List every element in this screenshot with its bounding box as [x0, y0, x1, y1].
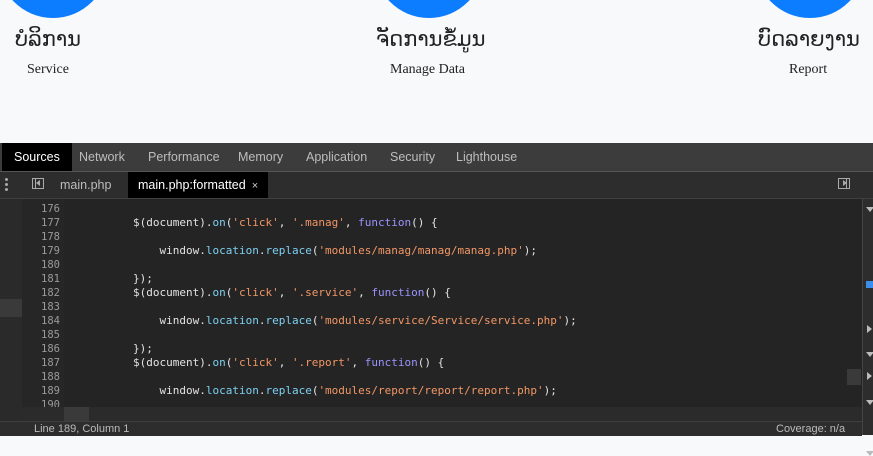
chevron-down-icon[interactable] [866, 352, 873, 357]
service-subtitle: Service [27, 62, 69, 77]
toggle-debugger-icon[interactable] [838, 178, 850, 189]
line-number[interactable]: 182 [22, 287, 60, 299]
horizontal-scroll-thumb[interactable] [64, 407, 89, 421]
line-number[interactable]: 180 [22, 259, 60, 271]
file-tab-label: main.php:formatted [138, 178, 246, 192]
expand-icon[interactable] [866, 207, 873, 212]
manage-data-circle-icon [374, 0, 484, 18]
service-title: ບໍລິການ [15, 27, 81, 51]
chevron-right-icon[interactable] [867, 372, 872, 380]
breakpoint-marker-icon [866, 281, 873, 288]
file-tabbar: main.php main.php:formatted × [0, 172, 873, 199]
line-number[interactable]: 185 [22, 329, 60, 341]
report-subtitle: Report [789, 62, 828, 77]
line-number[interactable]: 177 [22, 217, 60, 229]
line-number[interactable]: 190 [22, 399, 60, 407]
chevron-right-icon[interactable] [867, 325, 872, 333]
tab-sources[interactable]: Sources [2, 143, 72, 171]
close-icon[interactable]: × [252, 180, 258, 192]
code-line: $(document).on('click', '.manag', functi… [80, 216, 438, 229]
manage-data-title: ຈັດການຂໍ້ມູນ [376, 27, 486, 51]
vertical-scrollbar[interactable] [847, 369, 861, 385]
manage-data-subtitle: Manage Data [390, 62, 466, 77]
file-tab-main-php[interactable]: main.php [60, 172, 111, 198]
line-number[interactable]: 187 [22, 357, 60, 369]
line-number[interactable]: 186 [22, 343, 60, 355]
code-line: $(document).on('click', '.service', func… [80, 286, 451, 299]
code-line: }); [80, 272, 153, 285]
web-page: ບໍລິການ Service ຈັດການຂໍ້ມູນ Manage Data… [0, 0, 873, 143]
report-circle-icon [755, 0, 865, 18]
cursor-position: Line 189, Column 1 [34, 423, 130, 435]
line-number[interactable]: 176 [22, 203, 60, 215]
code-line: window.location.replace('modules/service… [80, 314, 577, 327]
tab-application[interactable]: Application [306, 143, 367, 171]
line-number[interactable]: 181 [22, 273, 60, 285]
line-number[interactable]: 189 [22, 385, 60, 397]
more-options-icon[interactable] [5, 178, 8, 192]
chevron-down-icon[interactable] [866, 400, 873, 405]
code-line: window.location.replace('modules/manag/m… [80, 244, 537, 257]
code-line: $(document).on('click', '.report', funct… [80, 356, 445, 369]
devtools-tabbar: Sources Network Performance Memory Appli… [0, 143, 873, 172]
toggle-navigator-icon[interactable] [32, 178, 44, 189]
tab-lighthouse[interactable]: Lighthouse [456, 143, 517, 171]
code-line: }); [80, 342, 153, 355]
tab-memory[interactable]: Memory [238, 143, 283, 171]
line-number[interactable]: 184 [22, 315, 60, 327]
coverage-status[interactable]: Coverage: n/a [776, 423, 845, 435]
file-tab-main-php-formatted[interactable]: main.php:formatted × [128, 172, 269, 198]
devtools-panel: Sources Network Performance Memory Appli… [0, 143, 873, 456]
horizontal-scroll-track[interactable] [22, 407, 862, 421]
line-number[interactable]: 188 [22, 371, 60, 383]
tab-performance[interactable]: Performance [148, 143, 220, 171]
chevron-down-icon[interactable] [866, 451, 873, 456]
service-circle-icon [0, 0, 108, 18]
tab-network[interactable]: Network [79, 143, 125, 171]
status-bar: Line 189, Column 1 Coverage: n/a [0, 421, 862, 436]
code-line: window.location.replace('modules/report/… [80, 384, 557, 397]
line-number[interactable]: 179 [22, 245, 60, 257]
debugger-sidebar [862, 199, 873, 456]
report-title: ບົດລາຍງານ [758, 27, 860, 51]
line-number[interactable]: 178 [22, 231, 60, 243]
line-number[interactable]: 183 [22, 301, 60, 313]
tab-security[interactable]: Security [390, 143, 435, 171]
